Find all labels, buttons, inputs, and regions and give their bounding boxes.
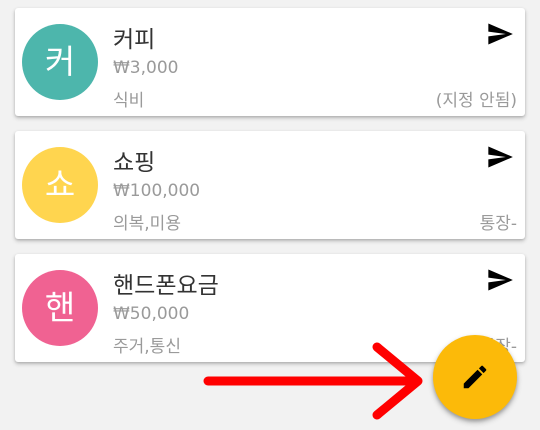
entry-category: 의복,미용 — [113, 214, 181, 234]
entry-amount: ₩50,000 — [113, 304, 190, 324]
send-icon[interactable] — [483, 266, 517, 294]
list-item[interactable]: 쇼 쇼핑 ₩100,000 의복,미용 통장- — [15, 131, 525, 239]
entry-account: (지정 안됨) — [435, 91, 517, 111]
entry-account: 통장- — [479, 214, 517, 234]
avatar: 핸 — [22, 270, 98, 346]
send-icon[interactable] — [483, 20, 517, 48]
screen: 커 커피 ₩3,000 식비 (지정 안됨) 쇼 쇼핑 ₩100,000 의복,… — [0, 0, 540, 430]
edit-fab-button[interactable] — [433, 335, 517, 419]
entry-title: 핸드폰요금 — [113, 273, 219, 299]
entry-title: 커피 — [113, 27, 156, 53]
avatar: 커 — [22, 24, 98, 100]
entry-amount: ₩3,000 — [113, 58, 179, 78]
entry-title: 쇼핑 — [113, 150, 156, 176]
entry-category: 식비 — [113, 91, 145, 111]
list-item[interactable]: 커 커피 ₩3,000 식비 (지정 안됨) — [15, 8, 525, 116]
pencil-icon — [463, 365, 487, 389]
right-arrow-icon — [203, 342, 423, 420]
avatar: 쇼 — [22, 147, 98, 223]
entry-category: 주거,통신 — [113, 337, 181, 357]
entry-amount: ₩100,000 — [113, 181, 201, 201]
send-icon[interactable] — [483, 143, 517, 171]
